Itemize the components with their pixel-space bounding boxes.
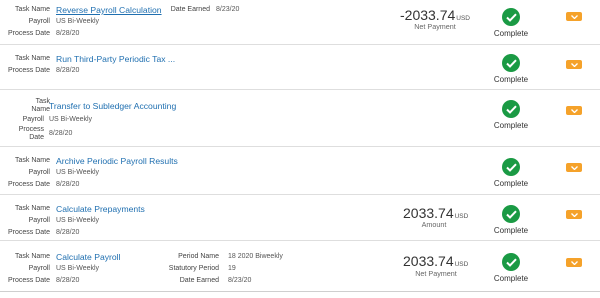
check-circle-icon: [502, 205, 520, 223]
status-badge: Complete: [486, 205, 536, 235]
statutory-period-label: Statutory Period: [168, 265, 219, 272]
amount-label: Net Payment: [414, 22, 456, 31]
check-circle-icon: [502, 54, 520, 72]
task-name-label: Task Name: [14, 205, 50, 212]
amount-label: Net Payment: [415, 269, 457, 278]
payroll-label: Payroll: [28, 169, 50, 176]
payroll-label: Payroll: [22, 116, 44, 123]
row-actions-button[interactable]: [566, 210, 582, 219]
status-badge: Complete: [486, 54, 536, 84]
row-actions-button[interactable]: [566, 163, 582, 172]
process-date-value: 8/28/20: [56, 229, 80, 236]
check-circle-icon: [502, 253, 520, 271]
task-name-label: Task Name: [14, 157, 50, 164]
payroll-value: US Bi-Weekly: [56, 265, 100, 272]
table-row: Task Name Archive Periodic Payroll Resul…: [0, 147, 600, 195]
row-actions-button[interactable]: [566, 12, 582, 21]
payroll-label: Payroll: [28, 18, 50, 25]
process-date-label: Process Date: [7, 277, 50, 284]
amount-label: Amount: [421, 220, 447, 229]
status-badge: Complete: [486, 100, 536, 130]
process-date-value: 8/28/20: [49, 130, 73, 137]
payroll-label: Payroll: [28, 217, 50, 224]
payroll-value: US Bi-Weekly: [49, 116, 93, 123]
payroll-value: US Bi-Weekly: [56, 217, 100, 224]
table-row: Task Name Calculate Payroll Payroll US B…: [0, 241, 600, 292]
chevron-down-icon: [570, 14, 578, 19]
process-date-label-part2: Date: [29, 134, 44, 141]
table-row: Task Name Run Third-Party Periodic Tax .…: [0, 45, 600, 90]
task-name-link[interactable]: Calculate Payroll: [56, 252, 120, 262]
task-name-link[interactable]: Transfer to Subledger Accounting: [49, 101, 176, 111]
task-name-link[interactable]: Run Third-Party Periodic Tax ...: [56, 54, 175, 64]
process-date-value: 8/28/20: [56, 67, 80, 74]
period-name-label: Period Name: [178, 253, 219, 260]
process-date-label: Process Date: [7, 30, 50, 37]
table-row: Task Name Calculate Prepayments Payroll …: [0, 195, 600, 241]
chevron-down-icon: [570, 165, 578, 170]
task-name-label-part2: Name: [31, 106, 50, 113]
process-date-value: 8/28/20: [56, 30, 80, 37]
payroll-value: US Bi-Weekly: [56, 18, 100, 25]
task-name-label-part1: Task: [35, 98, 50, 105]
date-earned-value: 8/23/20: [228, 277, 252, 284]
process-date-label: Process Date: [7, 229, 50, 236]
check-circle-icon: [502, 8, 520, 26]
period-name-value: 18 2020 Biweekly: [228, 253, 283, 260]
chevron-down-icon: [570, 260, 578, 265]
chevron-down-icon: [570, 62, 578, 67]
date-earned-label: Date Earned: [170, 6, 210, 13]
table-row: Task Name Reverse Payroll Calculation Pa…: [0, 0, 600, 45]
date-earned-label: Date Earned: [179, 277, 219, 284]
status-badge: Complete: [486, 8, 536, 38]
task-name-label: Task Name: [14, 253, 50, 260]
chevron-down-icon: [570, 108, 578, 113]
process-date-label: Process Date: [7, 67, 50, 74]
check-circle-icon: [502, 100, 520, 118]
status-badge: Complete: [486, 158, 536, 188]
row-actions-button[interactable]: [566, 106, 582, 115]
process-date-value: 8/28/20: [56, 277, 80, 284]
payroll-label: Payroll: [28, 265, 50, 272]
process-date-label: Process Date: [7, 181, 50, 188]
process-date-label-part1: Process: [18, 126, 44, 133]
date-earned-value: 8/23/20: [216, 6, 240, 13]
task-name-label: Task Name: [14, 6, 50, 13]
task-name-link[interactable]: Archive Periodic Payroll Results: [56, 156, 178, 166]
task-name-link[interactable]: Reverse Payroll Calculation: [56, 5, 162, 15]
table-row: Task Name Transfer to Subledger Accounti…: [0, 90, 600, 147]
status-badge: Complete: [486, 253, 536, 283]
payroll-value: US Bi-Weekly: [56, 169, 100, 176]
chevron-down-icon: [570, 212, 578, 217]
check-circle-icon: [502, 158, 520, 176]
process-date-value: 8/28/20: [56, 181, 80, 188]
row-actions-button[interactable]: [566, 60, 582, 69]
task-name-link[interactable]: Calculate Prepayments: [56, 204, 145, 214]
row-actions-button[interactable]: [566, 258, 582, 267]
statutory-period-value: 19: [228, 265, 236, 272]
task-name-label: Task Name: [14, 55, 50, 62]
